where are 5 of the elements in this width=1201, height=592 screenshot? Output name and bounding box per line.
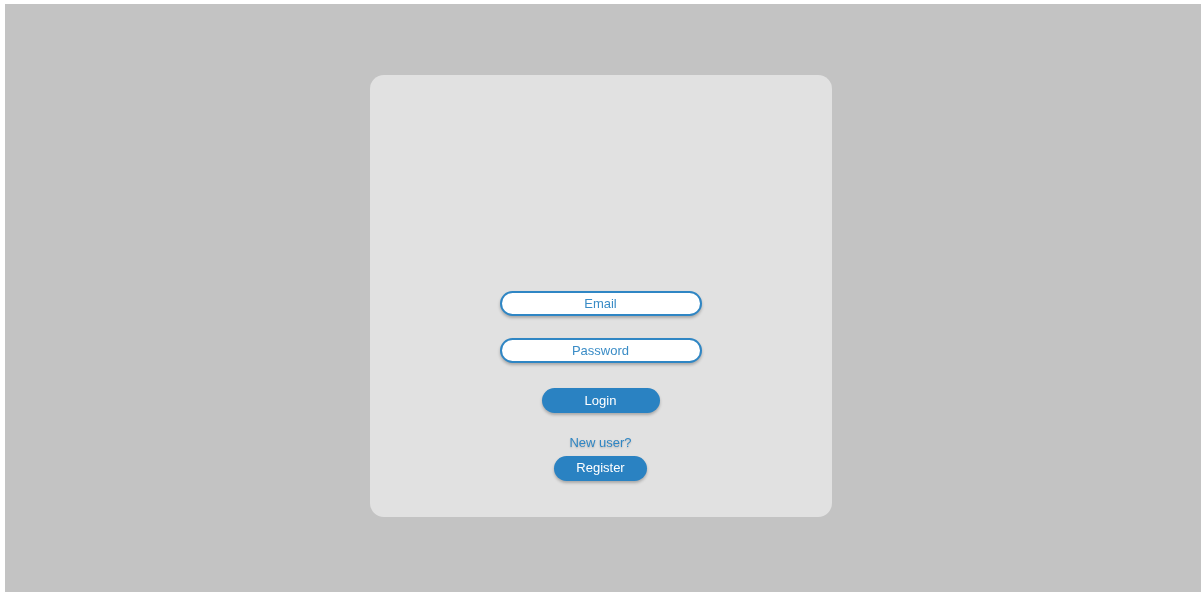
new-user-text: New user? [569,434,632,452]
register-button[interactable]: Register [554,455,647,481]
login-button[interactable]: Login [541,388,660,413]
input-field[interactable]: Password [499,338,702,363]
input-field[interactable]: Email [499,291,702,316]
